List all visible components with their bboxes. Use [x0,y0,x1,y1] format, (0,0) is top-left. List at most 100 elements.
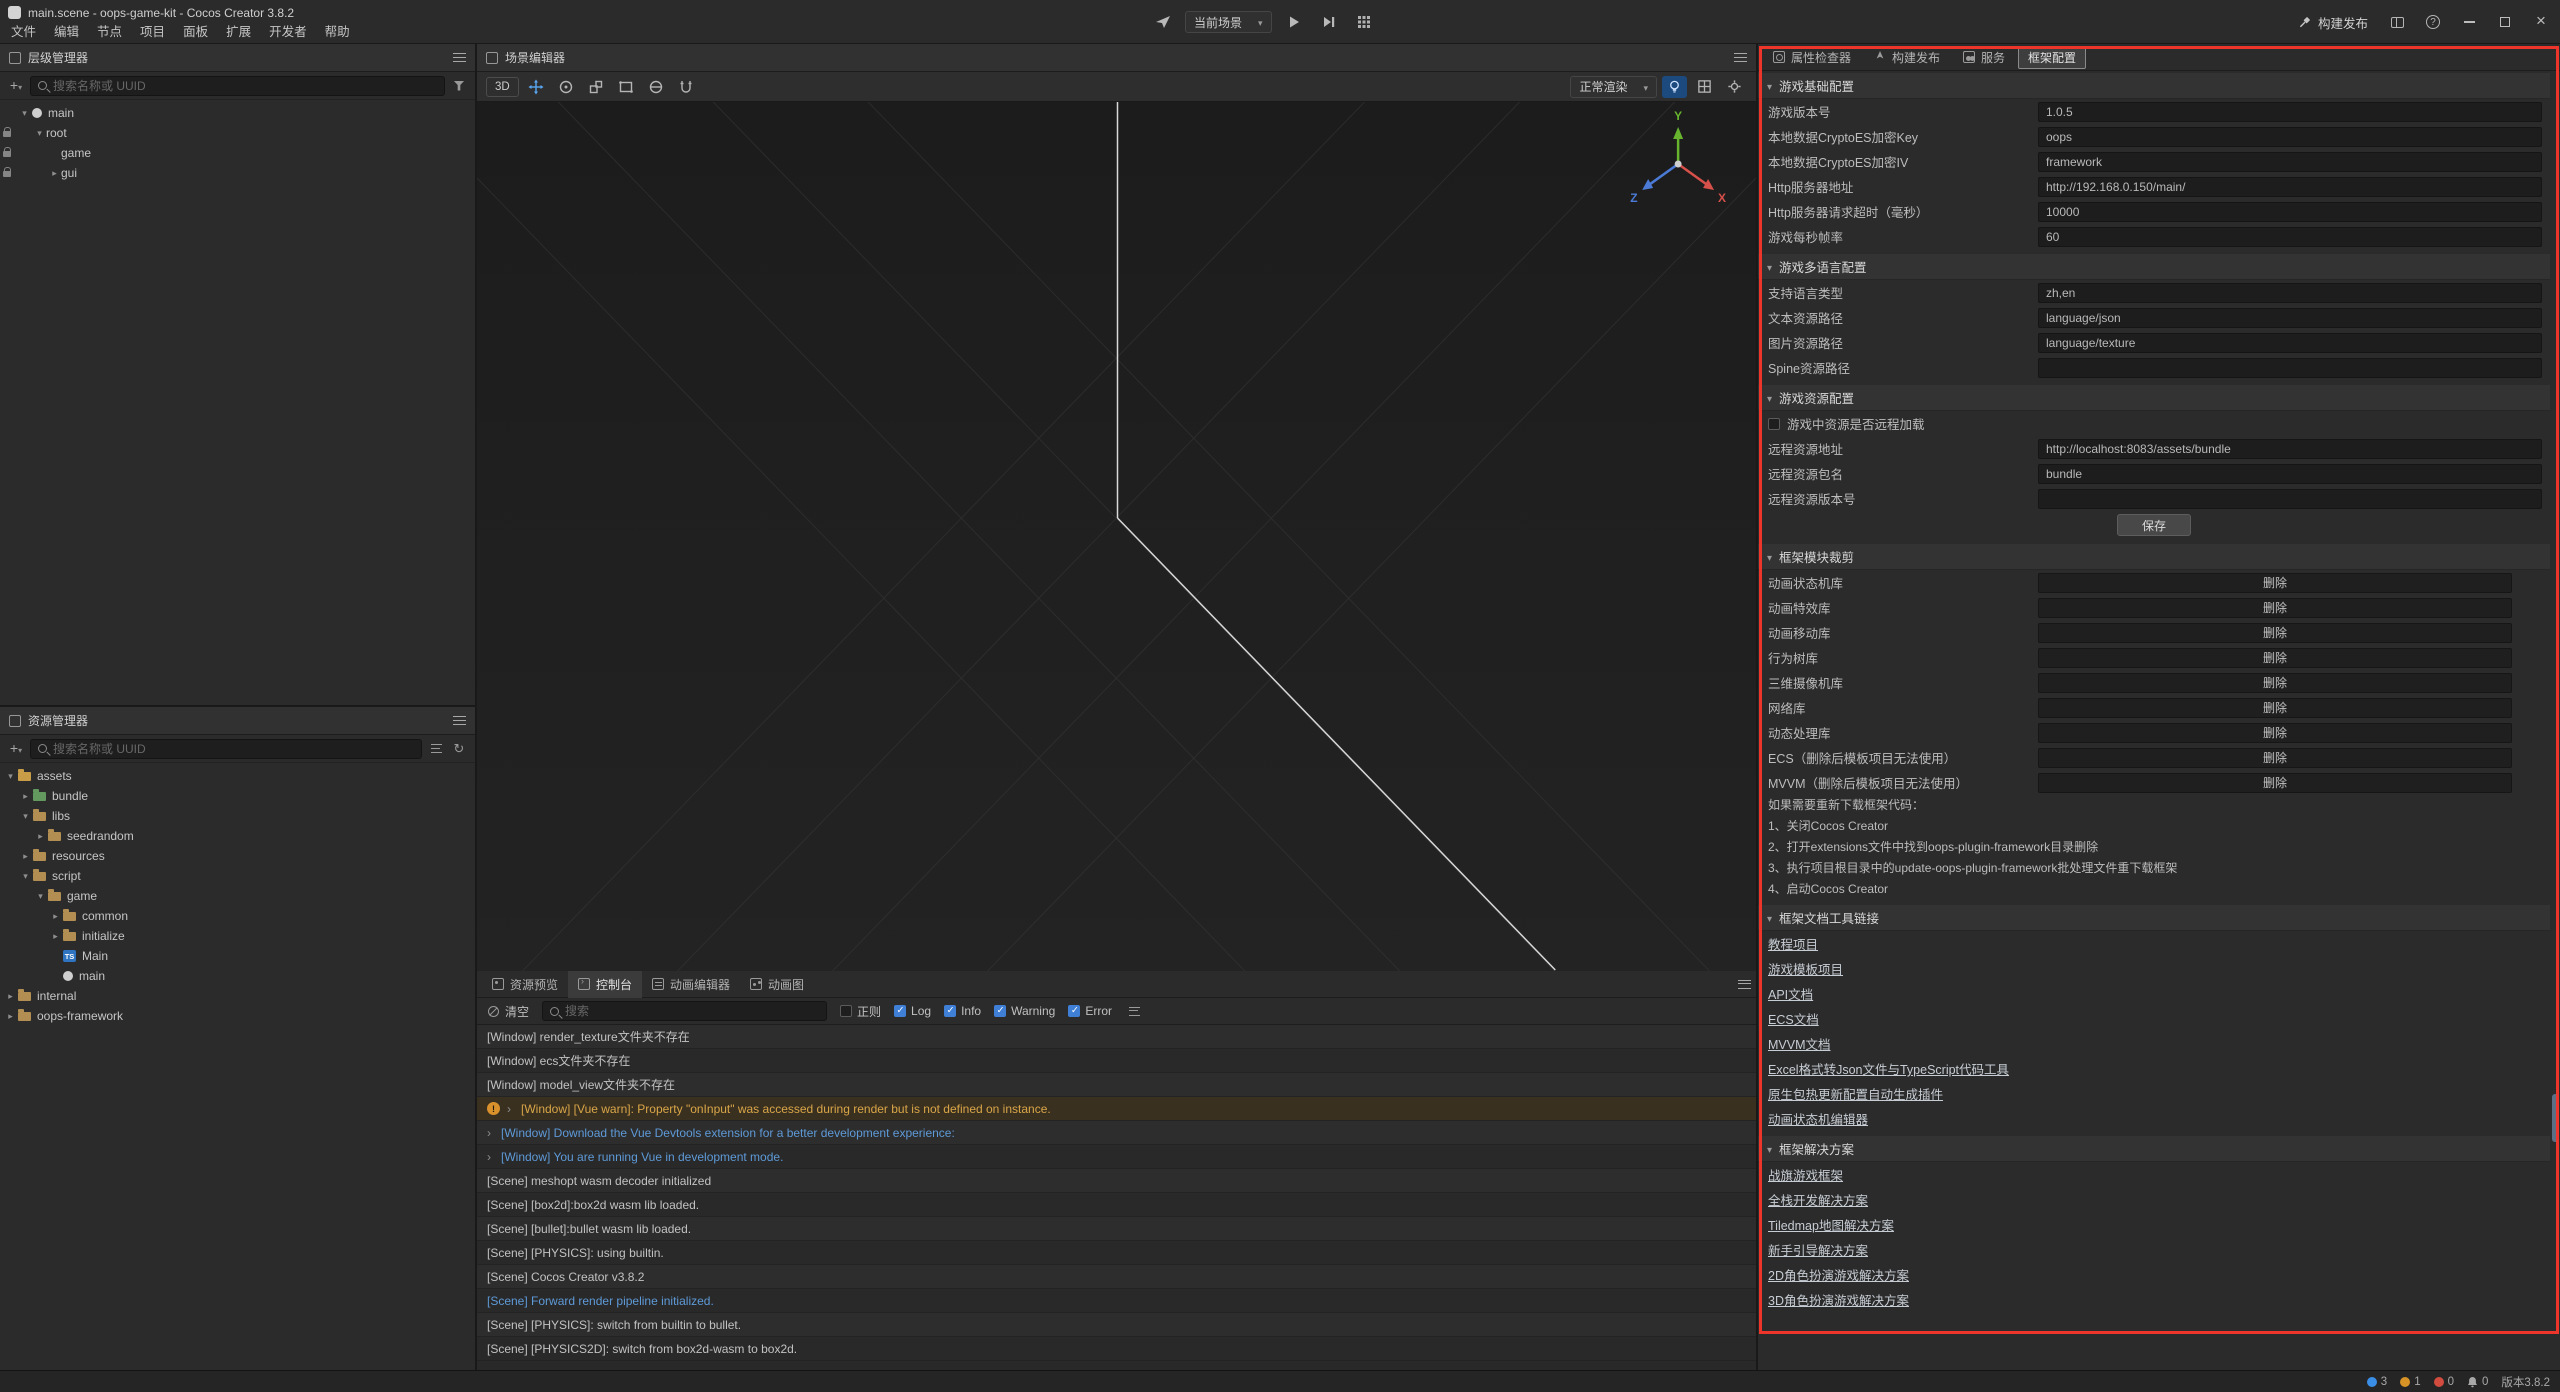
create-node-button[interactable] [7,76,25,96]
solution-link[interactable]: 2D角色扮演游戏解决方案 [1768,1265,1909,1284]
console-tab[interactable]: 动画图 [740,971,814,998]
asset-node-row[interactable]: ▸ bundle [0,786,475,806]
hierarchy-node-row[interactable]: ▾ main [0,103,475,123]
hierarchy-node-row[interactable]: ▾ root [0,123,475,143]
property-input[interactable] [2038,308,2542,328]
lock-icon[interactable] [3,131,11,137]
console-search-input[interactable] [565,1004,819,1018]
console-log-row[interactable]: [Window] [Vue warn]: Property "onInput" … [477,1097,1756,1121]
rect-tool-button[interactable] [614,76,639,98]
section-header[interactable]: 框架文档工具链接 [1758,905,2550,931]
expand-arrow-icon[interactable]: ▾ [19,811,32,822]
help-button[interactable] [2418,8,2448,36]
module-delete-button[interactable]: 删除 [2038,598,2512,618]
module-delete-button[interactable]: 删除 [2038,648,2512,668]
expand-arrow-icon[interactable]: ▸ [4,991,17,1002]
rotate-tool-button[interactable] [554,76,579,98]
property-input[interactable] [2038,177,2542,197]
property-input[interactable] [2038,127,2542,147]
translate-tool-button[interactable] [524,76,549,98]
scene-light-toggle[interactable] [1662,76,1687,98]
console-log-row[interactable]: [Scene] [bullet]:bullet wasm lib loaded. [477,1217,1756,1241]
doc-link[interactable]: MVVM文档 [1768,1034,1831,1053]
preview-play-icon[interactable] [1150,10,1176,34]
console-tab[interactable]: 动画编辑器 [642,971,740,998]
assets-refresh-button[interactable] [450,739,468,759]
expand-arrow-icon[interactable]: ▸ [49,911,62,922]
module-delete-button[interactable]: 删除 [2038,698,2512,718]
panel-menu-icon[interactable] [453,53,466,62]
module-delete-button[interactable]: 删除 [2038,673,2512,693]
menu-item[interactable]: 编辑 [45,22,88,42]
expand-arrow-icon[interactable]: ▾ [18,108,31,119]
error-count[interactable]: 0 [2434,1376,2454,1388]
module-delete-button[interactable]: 删除 [2038,723,2512,743]
inspector-tab[interactable]: 属性检查器 [1763,46,1861,69]
section-header[interactable]: 游戏资源配置 [1758,385,2550,411]
module-delete-button[interactable]: 删除 [2038,748,2512,768]
log-filter-toggle[interactable]: Error [1068,1004,1112,1018]
menu-item[interactable]: 节点 [88,22,131,42]
console-log-row[interactable]: [Window] model_view文件夹不存在 [477,1073,1756,1097]
property-input[interactable] [2038,358,2542,378]
solution-link[interactable]: 战旗游戏框架 [1768,1165,1843,1184]
section-header[interactable]: 游戏基础配置 [1758,73,2550,99]
maximize-button[interactable] [2490,8,2520,36]
asset-node-row[interactable]: Main [0,946,475,966]
console-log-row[interactable]: [Scene] [box2d]:box2d wasm lib loaded. [477,1193,1756,1217]
expand-arrow-icon[interactable]: ▸ [4,1011,17,1022]
scene-grid-toggle[interactable] [1692,76,1717,98]
3d-mode-toggle[interactable]: 3D [486,77,519,97]
panel-menu-icon[interactable] [1734,53,1747,62]
console-log-row[interactable]: [Scene] [PHYSICS]: using builtin. [477,1241,1756,1265]
inspector-tab[interactable]: 构建发布 [1864,46,1950,69]
module-delete-button[interactable]: 删除 [2038,773,2512,793]
doc-link[interactable]: API文档 [1768,984,1813,1003]
lock-icon[interactable] [3,151,11,157]
console-log-row[interactable]: [Window] ecs文件夹不存在 [477,1049,1756,1073]
step-button[interactable] [1316,10,1342,34]
scale-tool-button[interactable] [584,76,609,98]
filter-checkbox[interactable] [944,1005,956,1017]
doc-link[interactable]: 动画状态机编辑器 [1768,1109,1868,1128]
property-input[interactable] [2038,489,2542,509]
create-asset-button[interactable] [7,739,25,759]
asset-node-row[interactable]: ▸ initialize [0,926,475,946]
menu-item[interactable]: 面板 [174,22,217,42]
filter-checkbox[interactable] [994,1005,1006,1017]
scrollbar-thumb[interactable] [2552,1094,2559,1142]
panel-menu-icon[interactable] [1738,980,1751,989]
doc-link[interactable]: ECS文档 [1768,1009,1819,1028]
section-header[interactable]: 框架解决方案 [1758,1136,2550,1162]
scene-viewport[interactable]: Y X Z [477,102,1756,971]
menu-item[interactable]: 帮助 [316,22,359,42]
expand-chevron-icon[interactable] [487,1150,501,1164]
doc-link[interactable]: 原生包热更新配置自动生成插件 [1768,1084,1943,1103]
minimize-button[interactable] [2454,8,2484,36]
doc-link[interactable]: 游戏模板项目 [1768,959,1843,978]
solution-link[interactable]: 3D角色扮演游戏解决方案 [1768,1290,1909,1309]
expand-arrow-icon[interactable]: ▸ [49,931,62,942]
console-log-row[interactable]: [Window] Download the Vue Devtools exten… [477,1121,1756,1145]
close-button[interactable] [2526,8,2556,36]
asset-node-row[interactable]: ▾ game [0,886,475,906]
save-button[interactable]: 保存 [2117,514,2191,536]
console-log-row[interactable]: [Window] render_texture文件夹不存在 [477,1025,1756,1049]
inspector-tab[interactable]: 服务 [1953,46,2015,69]
console-tab[interactable]: 控制台 [568,971,642,998]
doc-link[interactable]: 教程项目 [1768,934,1818,953]
assets-search-input[interactable] [53,742,414,756]
assets-sort-button[interactable] [427,739,445,759]
menu-item[interactable]: 扩展 [217,22,260,42]
filter-checkbox[interactable] [894,1005,906,1017]
property-input[interactable] [2038,152,2542,172]
log-filter-toggle[interactable]: Info [944,1004,981,1018]
menu-item[interactable]: 项目 [131,22,174,42]
asset-node-row[interactable]: ▾ libs [0,806,475,826]
expand-arrow-icon[interactable]: ▾ [34,891,47,902]
play-button[interactable] [1281,10,1307,34]
console-log-row[interactable]: [Scene] Cocos Creator v3.8.2 [477,1265,1756,1289]
assets-search[interactable] [30,739,422,759]
log-filter-toggle[interactable]: Log [894,1004,931,1018]
asset-node-row[interactable]: ▸ common [0,906,475,926]
